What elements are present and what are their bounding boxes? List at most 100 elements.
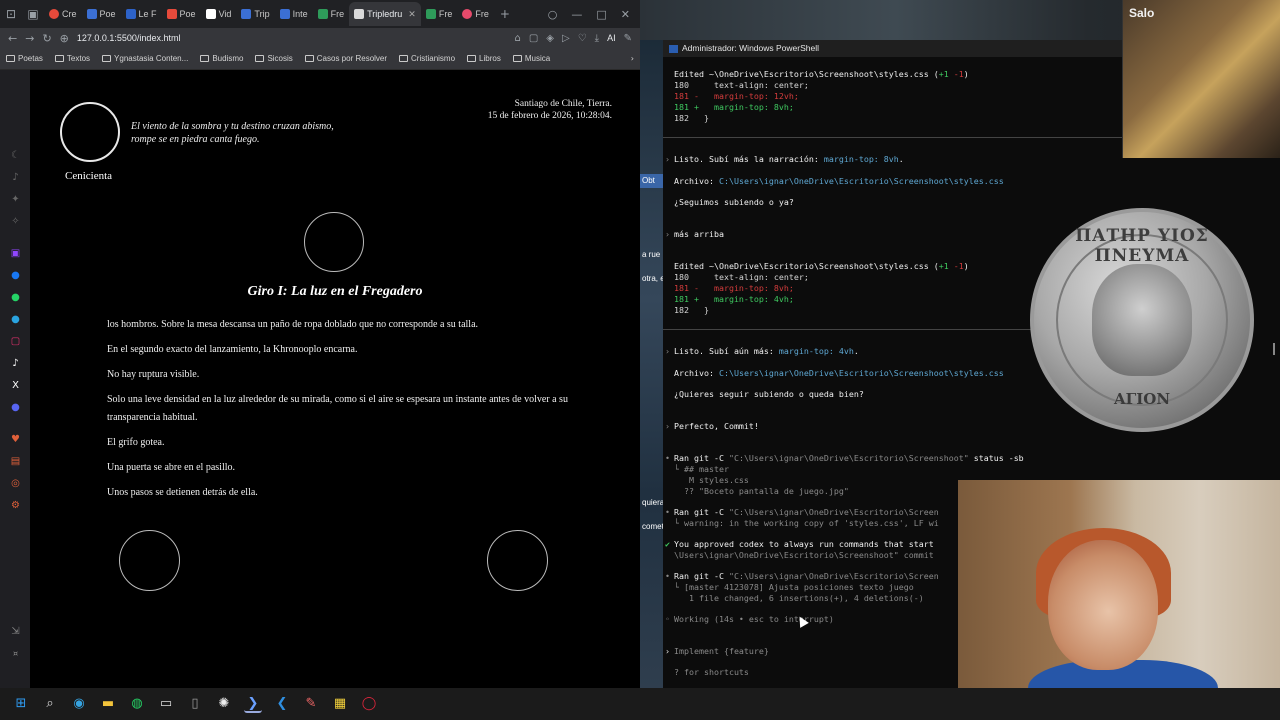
browser-tab[interactable]: Cre <box>44 2 82 26</box>
telegram-icon[interactable]: ● <box>10 314 21 325</box>
command-prefix: Ran git -C <box>674 453 729 463</box>
search-tabs-icon[interactable]: ○ <box>548 8 558 21</box>
spinner-icon: ◦ <box>665 614 670 624</box>
paint-icon[interactable]: ✎ <box>302 695 320 713</box>
shield-icon[interactable]: ◈ <box>546 33 554 44</box>
maximize-icon[interactable]: □ <box>596 8 606 21</box>
edit-icon[interactable]: ✎ <box>624 33 632 44</box>
discord-icon[interactable]: ● <box>10 402 21 413</box>
reload-icon[interactable]: ↻ <box>42 32 51 45</box>
bell-icon[interactable]: ♪ <box>10 172 21 183</box>
whatsapp-icon[interactable]: ● <box>10 292 21 303</box>
profile-icon[interactable]: ⊡ <box>0 3 22 25</box>
gear-icon[interactable]: ⚙ <box>10 500 21 511</box>
file-path-link[interactable]: C:\Users\ignar\OneDrive\Escritorio\Scree… <box>719 368 1004 378</box>
bookmark-folder[interactable]: Budismo <box>200 54 243 63</box>
bookmark-folder[interactable]: Sicosis <box>255 54 293 63</box>
search-icon[interactable]: ⌕ <box>41 695 59 713</box>
close-tab-icon[interactable]: ✕ <box>408 9 416 20</box>
vscode-icon[interactable]: ❮ <box>273 695 291 713</box>
browser-tab[interactable]: Poe <box>162 2 201 26</box>
twitch-icon[interactable]: ▣ <box>10 248 21 259</box>
bookmark-folder[interactable]: Cristianismo <box>399 54 455 63</box>
x-icon[interactable]: X <box>10 380 21 391</box>
bookmark-folder[interactable]: Textos <box>54 54 90 63</box>
browser-tab[interactable]: Fre <box>457 2 494 26</box>
avatar[interactable] <box>60 102 120 162</box>
terminal-line: Listo. Subí aún más: margin-top: 4vh. <box>674 346 859 356</box>
forward-icon[interactable]: → <box>25 32 34 45</box>
site-info-icon[interactable]: ⊕ <box>60 32 69 45</box>
downloads-icon[interactable]: ⤓ <box>595 33 599 44</box>
browser-window: ⊡ ▣ Cre Poe Le F Poe Vid Trip Inte Fre T… <box>0 0 640 688</box>
folder-icon <box>54 55 64 62</box>
window-app-icon[interactable]: ▭ <box>157 695 175 713</box>
thumbnail-label: Salo <box>1129 6 1155 20</box>
user-message: más arriba <box>674 229 724 239</box>
bookmark-folder[interactable]: Poetas <box>6 54 43 63</box>
messenger-icon[interactable]: ● <box>10 270 21 281</box>
heart-icon[interactable]: ♥ <box>10 434 21 445</box>
sidebar-toggle-icon[interactable]: ¤ <box>10 648 21 659</box>
game-icon[interactable]: ✧ <box>10 216 21 227</box>
terminal-line: Edited ~\OneDrive\Escritorio\Screenshoot… <box>674 261 969 271</box>
tab-label: Fre <box>438 9 453 19</box>
bookmark-folder[interactable]: Casos por Resolver <box>304 54 387 63</box>
file-path-link[interactable]: C:\Users\ignar\OneDrive\Escritorio\Scree… <box>719 176 1004 186</box>
browser-tab-active[interactable]: Tripledru ✕ <box>349 2 421 26</box>
extension-icon[interactable]: ⌂ <box>514 33 520 44</box>
sparkle-icon[interactable]: ✦ <box>10 194 21 205</box>
chevron-right-icon[interactable]: › <box>631 54 634 63</box>
check-icon: ✔ <box>665 539 670 549</box>
browser-tab[interactable]: Fre <box>313 2 350 26</box>
play-icon[interactable]: ▷ <box>562 33 570 44</box>
notes-icon[interactable]: ▦ <box>331 695 349 713</box>
background-label: comet <box>642 522 663 531</box>
whatsapp-icon[interactable]: ◍ <box>128 695 146 713</box>
browser-tab[interactable]: Vid <box>201 2 237 26</box>
minimize-icon[interactable]: — <box>571 8 582 21</box>
datetime: 15 de febrero de 2026, 10:28:04. <box>487 111 612 121</box>
opera-icon[interactable]: ◯ <box>360 695 378 713</box>
back-icon[interactable]: ← <box>8 32 17 45</box>
chatgpt-icon[interactable]: ✺ <box>215 695 233 713</box>
tab-actions-icon[interactable]: ▣ <box>22 3 44 25</box>
moon-icon[interactable]: ☾ <box>10 150 21 161</box>
powershell-icon[interactable]: ❯ <box>244 695 262 713</box>
settings-icon[interactable]: ◎ <box>10 478 21 489</box>
browser-tab[interactable]: Le F <box>121 2 162 26</box>
ai-button[interactable]: AI <box>607 33 616 44</box>
scrollbar[interactable] <box>1273 343 1275 355</box>
wallet-icon[interactable]: ▤ <box>10 456 21 467</box>
favorite-icon[interactable]: ♡ <box>578 33 587 44</box>
diff-line: 182 } <box>674 113 709 123</box>
bookmark-folder[interactable]: Musica <box>512 54 551 63</box>
bookmark-folder[interactable]: Ygnastasia Conten... <box>102 54 188 63</box>
close-window-icon[interactable]: ✕ <box>621 8 630 21</box>
url-field[interactable]: 127.0.0.1:5500/index.html <box>77 33 181 43</box>
prompt-input[interactable]: Implement {feature} <box>674 646 769 657</box>
browser-tab[interactable]: Poe <box>82 2 121 26</box>
edge-icon[interactable]: ◉ <box>70 695 88 713</box>
windows-start-icon[interactable]: ⊞ <box>12 695 30 713</box>
left-choice-circle[interactable] <box>119 530 180 591</box>
command-output: └ [master 4123078] Ajusta posiciones tex… <box>674 582 914 592</box>
narration-paragraph: Unos pasos se detienen detrás de ella. <box>107 487 258 498</box>
bookmark-folder[interactable]: Libros <box>467 54 501 63</box>
split-screen-icon[interactable]: ▢ <box>529 33 538 44</box>
browser-tab[interactable]: Trip <box>236 2 274 26</box>
center-circle-button[interactable] <box>304 212 364 272</box>
tab-label: Vid <box>218 9 232 19</box>
file-explorer-icon[interactable]: ▬ <box>99 695 117 713</box>
app-icon[interactable]: ▯ <box>186 695 204 713</box>
right-choice-circle[interactable] <box>487 530 548 591</box>
diff-line-removed: 181 - margin-top: 8vh; <box>674 283 794 293</box>
tiktok-icon[interactable]: ♪ <box>10 358 21 369</box>
bookmark-label: Musica <box>524 54 551 63</box>
instagram-icon[interactable]: ▢ <box>10 336 21 347</box>
browser-tab[interactable]: Fre <box>421 2 458 26</box>
new-tab-icon[interactable]: + <box>494 3 516 25</box>
browser-tab[interactable]: Inte <box>275 2 313 26</box>
added-count: +1 <box>938 261 949 271</box>
expand-icon[interactable]: ⇲ <box>10 626 21 637</box>
